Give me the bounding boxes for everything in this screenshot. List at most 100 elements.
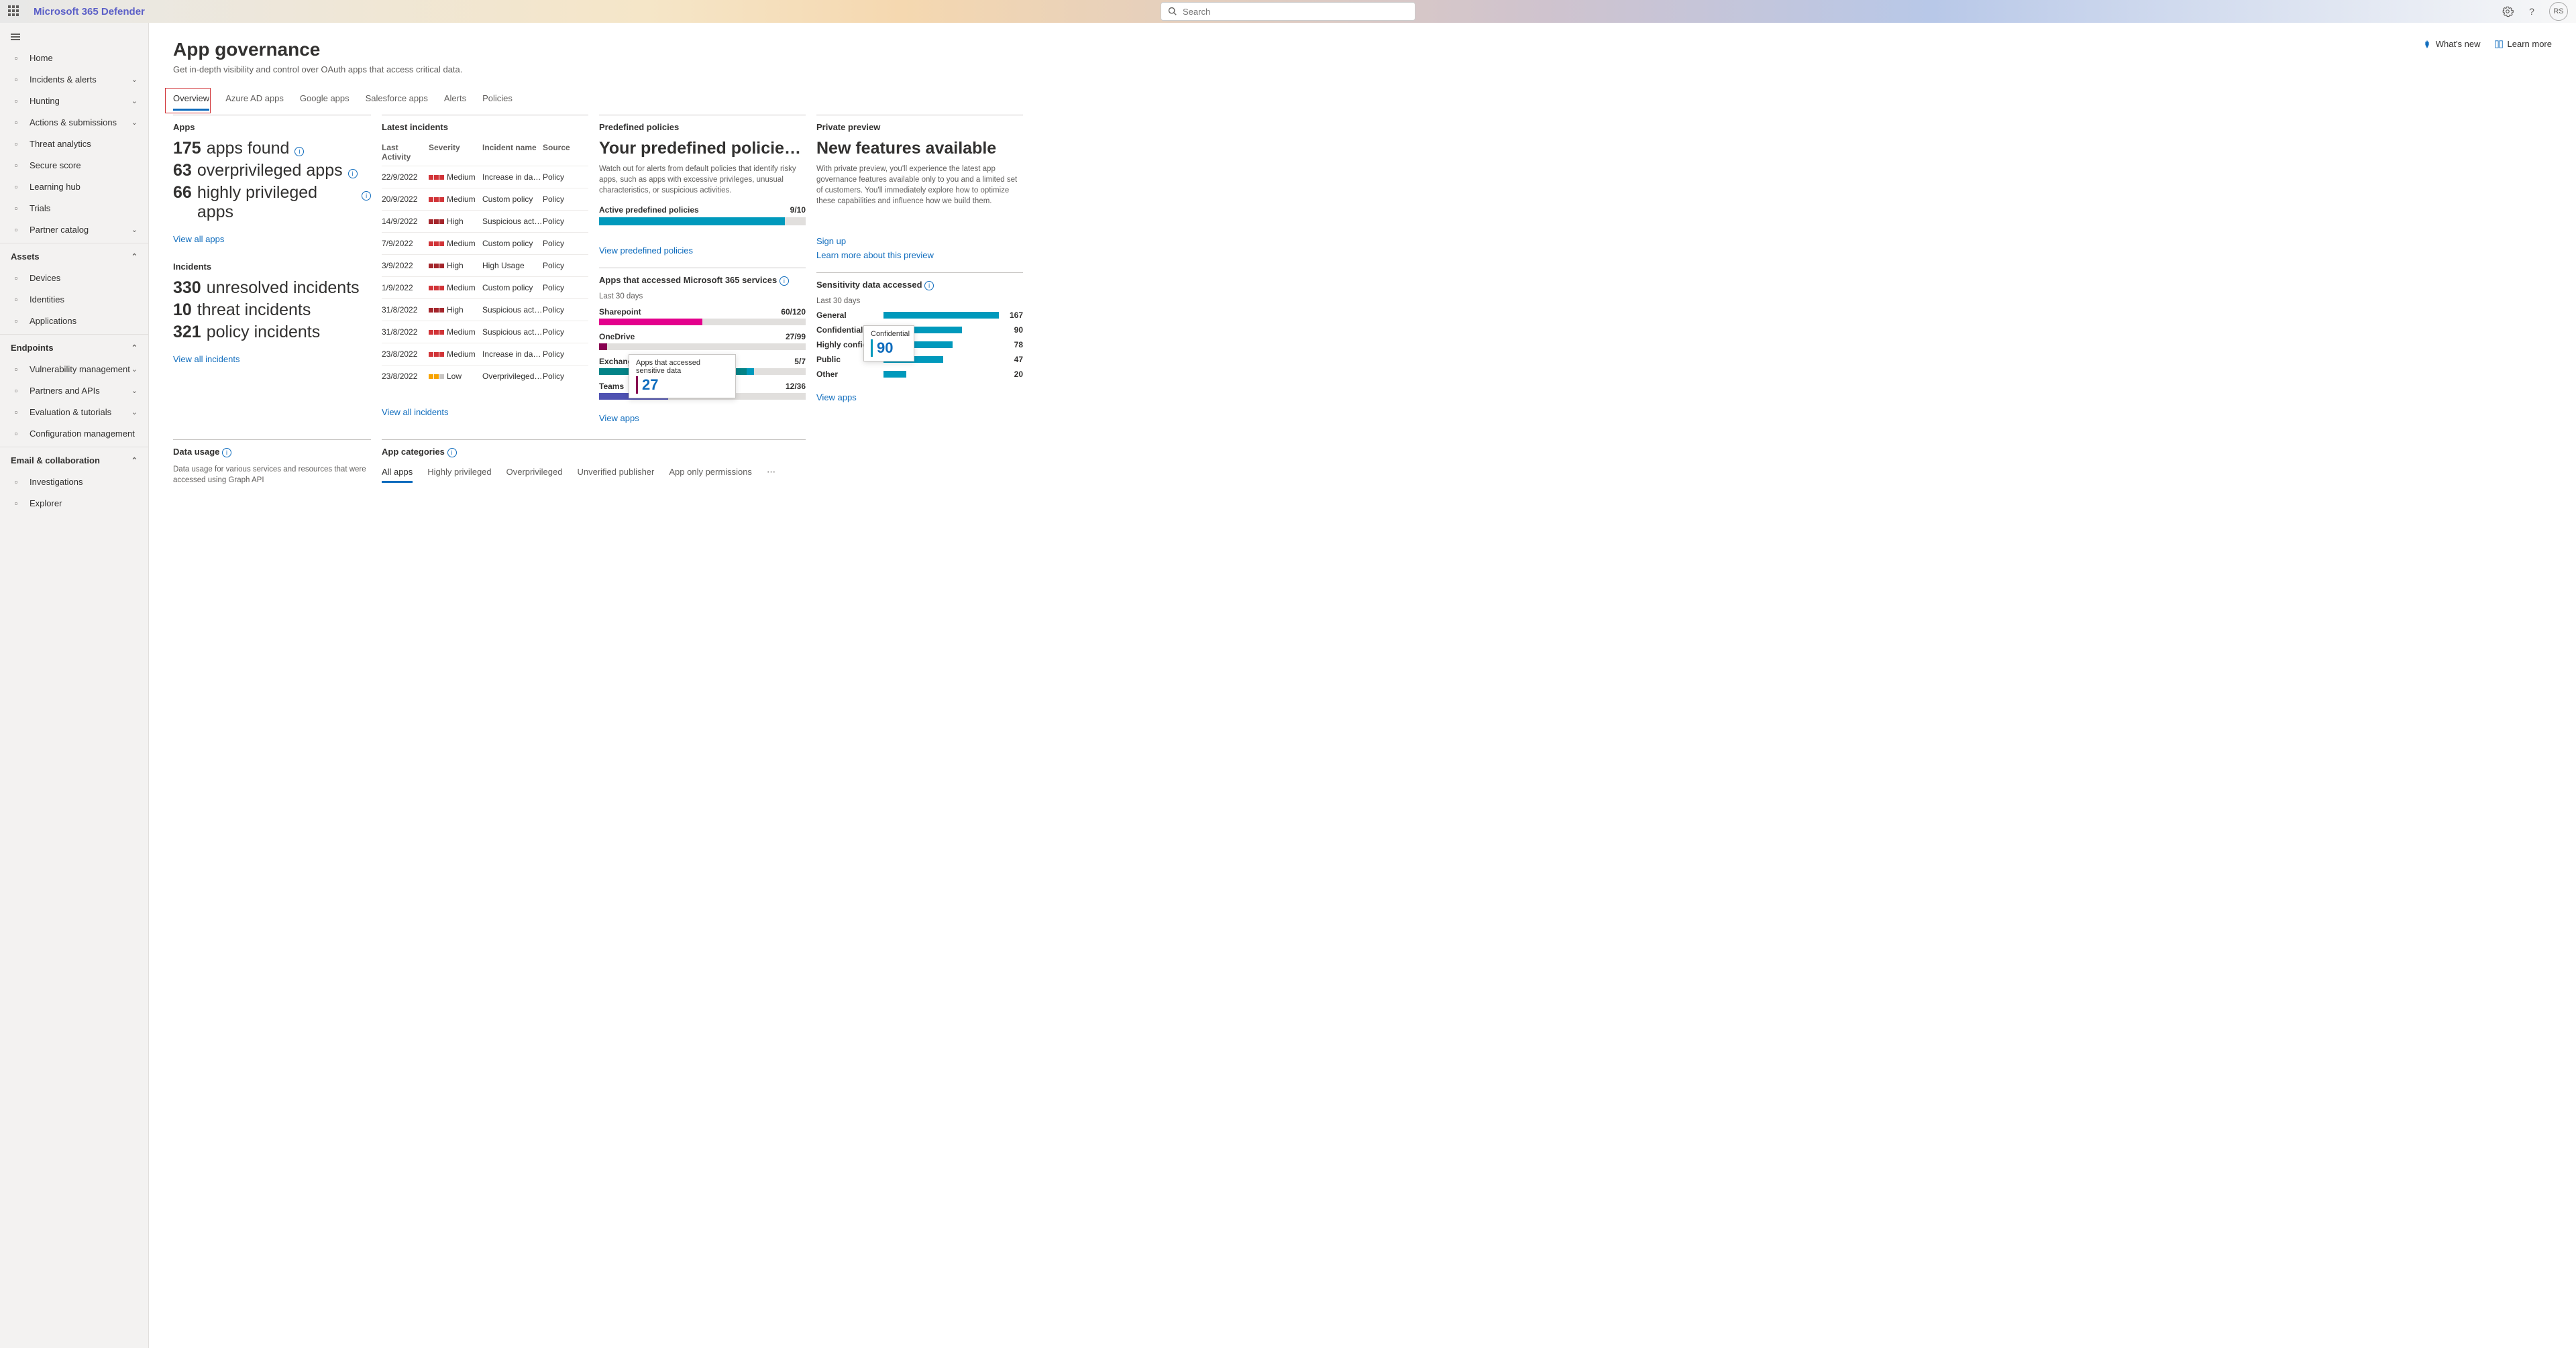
info-icon[interactable]: i [348,169,358,178]
sensitivity-bar-other: Other20 [816,370,1023,379]
search-input[interactable] [1183,7,1408,17]
section-assets[interactable]: Assets⌃ [0,246,148,267]
incident-row[interactable]: 23/8/2022 LowOverprivileged ap...Policy [382,365,588,387]
category-tab-more[interactable]: ⋯ [767,467,775,483]
app-categories-card: App categories i All appsHighly privileg… [382,439,806,486]
incident-row[interactable]: 3/9/2022 HighHigh UsagePolicy [382,254,588,276]
chevron-down-icon: ⌄ [131,408,138,416]
category-tab-all-apps[interactable]: All apps [382,467,413,483]
incident-row[interactable]: 1/9/2022 MediumCustom policyPolicy [382,276,588,298]
threat-icon: ▫ [11,138,21,149]
sensitivity-bar-public: Public47 [816,355,1023,364]
sidebar: ▫Home▫Incidents & alerts⌄▫Hunting⌄▫Actio… [0,23,149,1348]
incident-row[interactable]: 7/9/2022 MediumCustom policyPolicy [382,232,588,254]
services-view-apps-link[interactable]: View apps [599,413,639,423]
tab-policies[interactable]: Policies [482,93,513,111]
user-avatar[interactable]: RS [2549,2,2568,21]
data-usage-card: Data usage i Data usage for various serv… [173,439,371,486]
sidebar-item-identities[interactable]: ▫Identities [0,288,148,310]
incidents-title: Incidents [173,262,371,272]
sidebar-item-trials[interactable]: ▫Trials [0,197,148,219]
info-icon[interactable]: i [362,191,371,201]
info-icon[interactable]: i [294,147,304,156]
hunt-icon: ▫ [11,95,21,106]
sensitivity-bar-general: General167 [816,311,1023,320]
sidebar-item-configuration-management[interactable]: ▫Configuration management [0,423,148,444]
info-icon[interactable]: i [222,448,231,457]
sidebar-item-incidents-alerts[interactable]: ▫Incidents & alerts⌄ [0,68,148,90]
identity-icon: ▫ [11,294,21,304]
score-icon: ▫ [11,160,21,170]
service-bar-sharepoint: Sharepoint60/120 [599,307,806,325]
top-bar: Microsoft 365 Defender ? RS [0,0,2576,23]
category-tab-unverified-publisher[interactable]: Unverified publisher [577,467,654,483]
sidebar-item-actions-submissions[interactable]: ▫Actions & submissions⌄ [0,111,148,133]
chevron-down-icon: ⌄ [131,365,138,374]
sidebar-toggle[interactable] [0,27,148,47]
sidebar-item-vulnerability-management[interactable]: ▫Vulnerability management⌄ [0,358,148,380]
incident-row[interactable]: 20/9/2022 MediumCustom policyPolicy [382,188,588,210]
info-icon[interactable]: i [447,448,457,457]
section-endpoints[interactable]: Endpoints⌃ [0,337,148,358]
incident-row[interactable]: 14/9/2022 HighSuspicious activit...Polic… [382,210,588,232]
chevron-down-icon: ⌄ [131,75,138,84]
incident-row[interactable]: 23/8/2022 MediumIncrease in data u...Pol… [382,343,588,365]
preview-learn-link[interactable]: Learn more about this preview [816,250,934,260]
sidebar-item-devices[interactable]: ▫Devices [0,267,148,288]
help-icon[interactable]: ? [2525,5,2538,18]
partner-icon: ▫ [11,224,21,235]
sidebar-item-hunting[interactable]: ▫Hunting⌄ [0,90,148,111]
tab-google-apps[interactable]: Google apps [300,93,350,111]
chevron-down-icon: ⌄ [131,386,138,395]
category-tab-overprivileged[interactable]: Overprivileged [506,467,563,483]
tab-overview[interactable]: Overview [173,93,209,111]
app-launcher-icon[interactable] [8,5,20,17]
sidebar-item-partners-and-apis[interactable]: ▫Partners and APIs⌄ [0,380,148,401]
private-preview-card: Private preview New features available W… [816,115,1023,260]
sensitivity-bar-confidential: Confidential90 [816,325,1023,335]
incident-row[interactable]: 31/8/2022 HighSuspicious activit...Polic… [382,298,588,321]
predefined-policies-card: Predefined policies Your predefined poli… [599,115,806,256]
services-tooltip: Apps that accessed sensitive data 27 [629,354,736,398]
sidebar-item-evaluation-tutorials[interactable]: ▫Evaluation & tutorials⌄ [0,401,148,423]
main-tabs: Overview Azure AD apps Google apps Salesfor… [173,93,2552,111]
latest-view-all-link[interactable]: View all incidents [382,407,448,417]
page-title: App governance [173,39,462,60]
chevron-down-icon: ⌄ [131,118,138,127]
device-icon: ▫ [11,272,21,283]
learn-more-link[interactable]: Learn more [2494,39,2552,49]
whats-new-link[interactable]: What's new [2422,39,2481,49]
signup-link[interactable]: Sign up [816,236,846,246]
sensitivity-view-apps-link[interactable]: View apps [816,392,857,402]
view-all-apps-link[interactable]: View all apps [173,234,224,244]
sidebar-item-secure-score[interactable]: ▫Secure score [0,154,148,176]
view-predefined-link[interactable]: View predefined policies [599,245,693,256]
api-icon: ▫ [11,385,21,396]
incident-row[interactable]: 22/9/2022 MediumIncrease in data u...Pol… [382,166,588,188]
sidebar-item-learning-hub[interactable]: ▫Learning hub [0,176,148,197]
info-icon[interactable]: i [924,281,934,290]
sidebar-item-applications[interactable]: ▫Applications [0,310,148,331]
category-tab-highly-privileged[interactable]: Highly privileged [427,467,491,483]
inv-icon: ▫ [11,476,21,487]
tab-azure-ad-apps[interactable]: Azure AD apps [225,93,284,111]
main-content: App governance Get in-depth visibility a… [149,23,2576,1348]
category-tab-app-only-permissions[interactable]: App only permissions [669,467,752,483]
section-email[interactable]: Email & collaboration⌃ [0,450,148,471]
services-card: Apps that accessed Microsoft 365 service… [599,268,806,423]
view-all-incidents-link[interactable]: View all incidents [173,354,239,364]
info-icon[interactable]: i [780,276,789,286]
sidebar-item-home[interactable]: ▫Home [0,47,148,68]
tab-alerts[interactable]: Alerts [444,93,466,111]
config-icon: ▫ [11,428,21,439]
settings-icon[interactable] [2501,5,2514,18]
apps-title: Apps [173,122,371,132]
global-search[interactable] [1161,2,1415,21]
tab-salesforce-apps[interactable]: Salesforce apps [366,93,428,111]
incident-row[interactable]: 31/8/2022 MediumSuspicious activit...Pol… [382,321,588,343]
sidebar-item-explorer[interactable]: ▫Explorer [0,492,148,514]
sidebar-item-investigations[interactable]: ▫Investigations [0,471,148,492]
learn-icon: ▫ [11,181,21,192]
sidebar-item-threat-analytics[interactable]: ▫Threat analytics [0,133,148,154]
sidebar-item-partner-catalog[interactable]: ▫Partner catalog⌄ [0,219,148,240]
